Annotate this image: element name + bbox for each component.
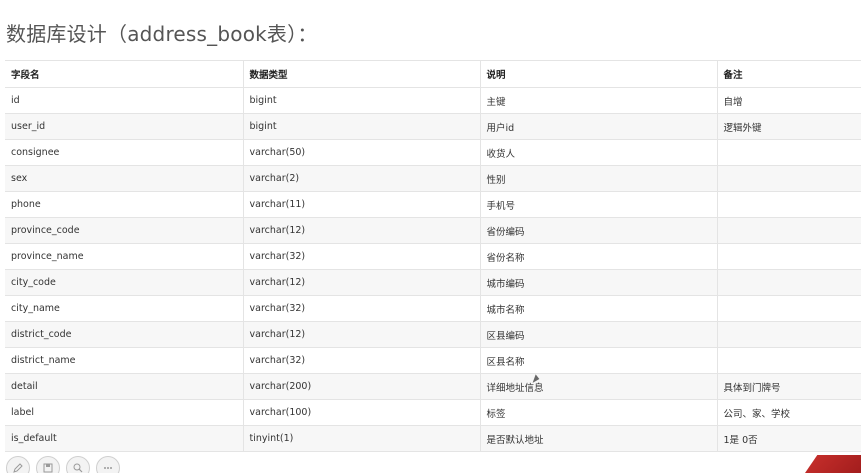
menu-icon[interactable] xyxy=(96,455,120,473)
page-title: 数据库设计（address_book表）： xyxy=(6,22,318,46)
remark-cell xyxy=(717,347,861,374)
field-name-cell: id xyxy=(5,87,244,114)
column-header: 数据类型 xyxy=(243,60,481,88)
field-name-cell: city_name xyxy=(5,295,244,322)
table-row: district_code varchar(12) 区县编码 xyxy=(5,321,861,348)
remark-cell: 自增 xyxy=(717,87,861,114)
table-row: sex varchar(2) 性别 xyxy=(5,165,861,192)
presentation-toolbar xyxy=(0,455,146,473)
column-header: 说明 xyxy=(480,60,718,88)
column-header: 字段名 xyxy=(5,60,244,88)
corner-logo xyxy=(805,455,861,473)
table-row: id bigint 主键 自增 xyxy=(5,87,861,114)
save-icon[interactable] xyxy=(36,455,60,473)
data-type-cell: varchar(11) xyxy=(243,191,481,218)
data-type-cell: varchar(32) xyxy=(243,243,481,270)
field-name-cell: district_code xyxy=(5,321,244,348)
remark-cell: 公司、家、学校 xyxy=(717,399,861,426)
table-row: city_name varchar(32) 城市名称 xyxy=(5,295,861,322)
data-type-cell: varchar(100) xyxy=(243,399,481,426)
description-cell: 用户id xyxy=(480,113,718,140)
remark-cell xyxy=(717,139,861,166)
data-type-cell: tinyint(1) xyxy=(243,425,481,452)
field-name-cell: consignee xyxy=(5,139,244,166)
field-name-cell: detail xyxy=(5,373,244,400)
data-type-cell: varchar(200) xyxy=(243,373,481,400)
data-type-cell: varchar(12) xyxy=(243,321,481,348)
table-row: phone varchar(11) 手机号 xyxy=(5,191,861,218)
data-type-cell: varchar(12) xyxy=(243,217,481,244)
description-cell: 主键 xyxy=(480,87,718,114)
description-cell: 收货人 xyxy=(480,139,718,166)
pen-icon[interactable] xyxy=(6,455,30,473)
data-type-cell: varchar(2) xyxy=(243,165,481,192)
data-type-cell: varchar(12) xyxy=(243,269,481,296)
description-cell: 省份名称 xyxy=(480,243,718,270)
field-name-cell: is_default xyxy=(5,425,244,452)
table-row: city_code varchar(12) 城市编码 xyxy=(5,269,861,296)
description-cell: 城市编码 xyxy=(480,269,718,296)
remark-cell xyxy=(717,165,861,192)
schema-table: 字段名 数据类型 说明 备注 id bigint 主键 自增 user_id bigint… xyxy=(5,60,861,452)
field-name-cell: city_code xyxy=(5,269,244,296)
data-type-cell: varchar(32) xyxy=(243,347,481,374)
field-name-cell: province_name xyxy=(5,243,244,270)
data-type-cell: bigint xyxy=(243,113,481,140)
field-name-cell: province_code xyxy=(5,217,244,244)
description-cell: 手机号 xyxy=(480,191,718,218)
table-row: is_default tinyint(1) 是否默认地址 1是 0否 xyxy=(5,425,861,452)
remark-cell xyxy=(717,269,861,296)
table-row: province_name varchar(32) 省份名称 xyxy=(5,243,861,270)
table-header-row: 字段名 数据类型 说明 备注 xyxy=(5,60,861,88)
field-name-cell: user_id xyxy=(5,113,244,140)
description-cell: 性别 xyxy=(480,165,718,192)
remark-cell: 1是 0否 xyxy=(717,425,861,452)
data-type-cell: varchar(50) xyxy=(243,139,481,166)
description-cell: 区县编码 xyxy=(480,321,718,348)
data-type-cell: varchar(32) xyxy=(243,295,481,322)
field-name-cell: phone xyxy=(5,191,244,218)
remark-cell xyxy=(717,243,861,270)
description-cell: 是否默认地址 xyxy=(480,425,718,452)
description-cell: 区县名称 xyxy=(480,347,718,374)
field-name-cell: sex xyxy=(5,165,244,192)
description-cell: 城市名称 xyxy=(480,295,718,322)
remark-cell xyxy=(717,217,861,244)
remark-cell xyxy=(717,295,861,322)
table-row: detail varchar(200) 详细地址信息 具体到门牌号 xyxy=(5,373,861,400)
table-row: consignee varchar(50) 收货人 xyxy=(5,139,861,166)
zoom-icon[interactable] xyxy=(66,455,90,473)
table-row: province_code varchar(12) 省份编码 xyxy=(5,217,861,244)
field-name-cell: district_name xyxy=(5,347,244,374)
description-cell: 省份编码 xyxy=(480,217,718,244)
table-row: district_name varchar(32) 区县名称 xyxy=(5,347,861,374)
description-cell: 标签 xyxy=(480,399,718,426)
data-type-cell: bigint xyxy=(243,87,481,114)
remark-cell xyxy=(717,321,861,348)
table-row: user_id bigint 用户id 逻辑外键 xyxy=(5,113,861,140)
remark-cell: 具体到门牌号 xyxy=(717,373,861,400)
remark-cell xyxy=(717,191,861,218)
column-header: 备注 xyxy=(717,60,861,88)
field-name-cell: label xyxy=(5,399,244,426)
table-row: label varchar(100) 标签 公司、家、学校 xyxy=(5,399,861,426)
remark-cell: 逻辑外键 xyxy=(717,113,861,140)
description-cell: 详细地址信息 xyxy=(480,373,718,400)
